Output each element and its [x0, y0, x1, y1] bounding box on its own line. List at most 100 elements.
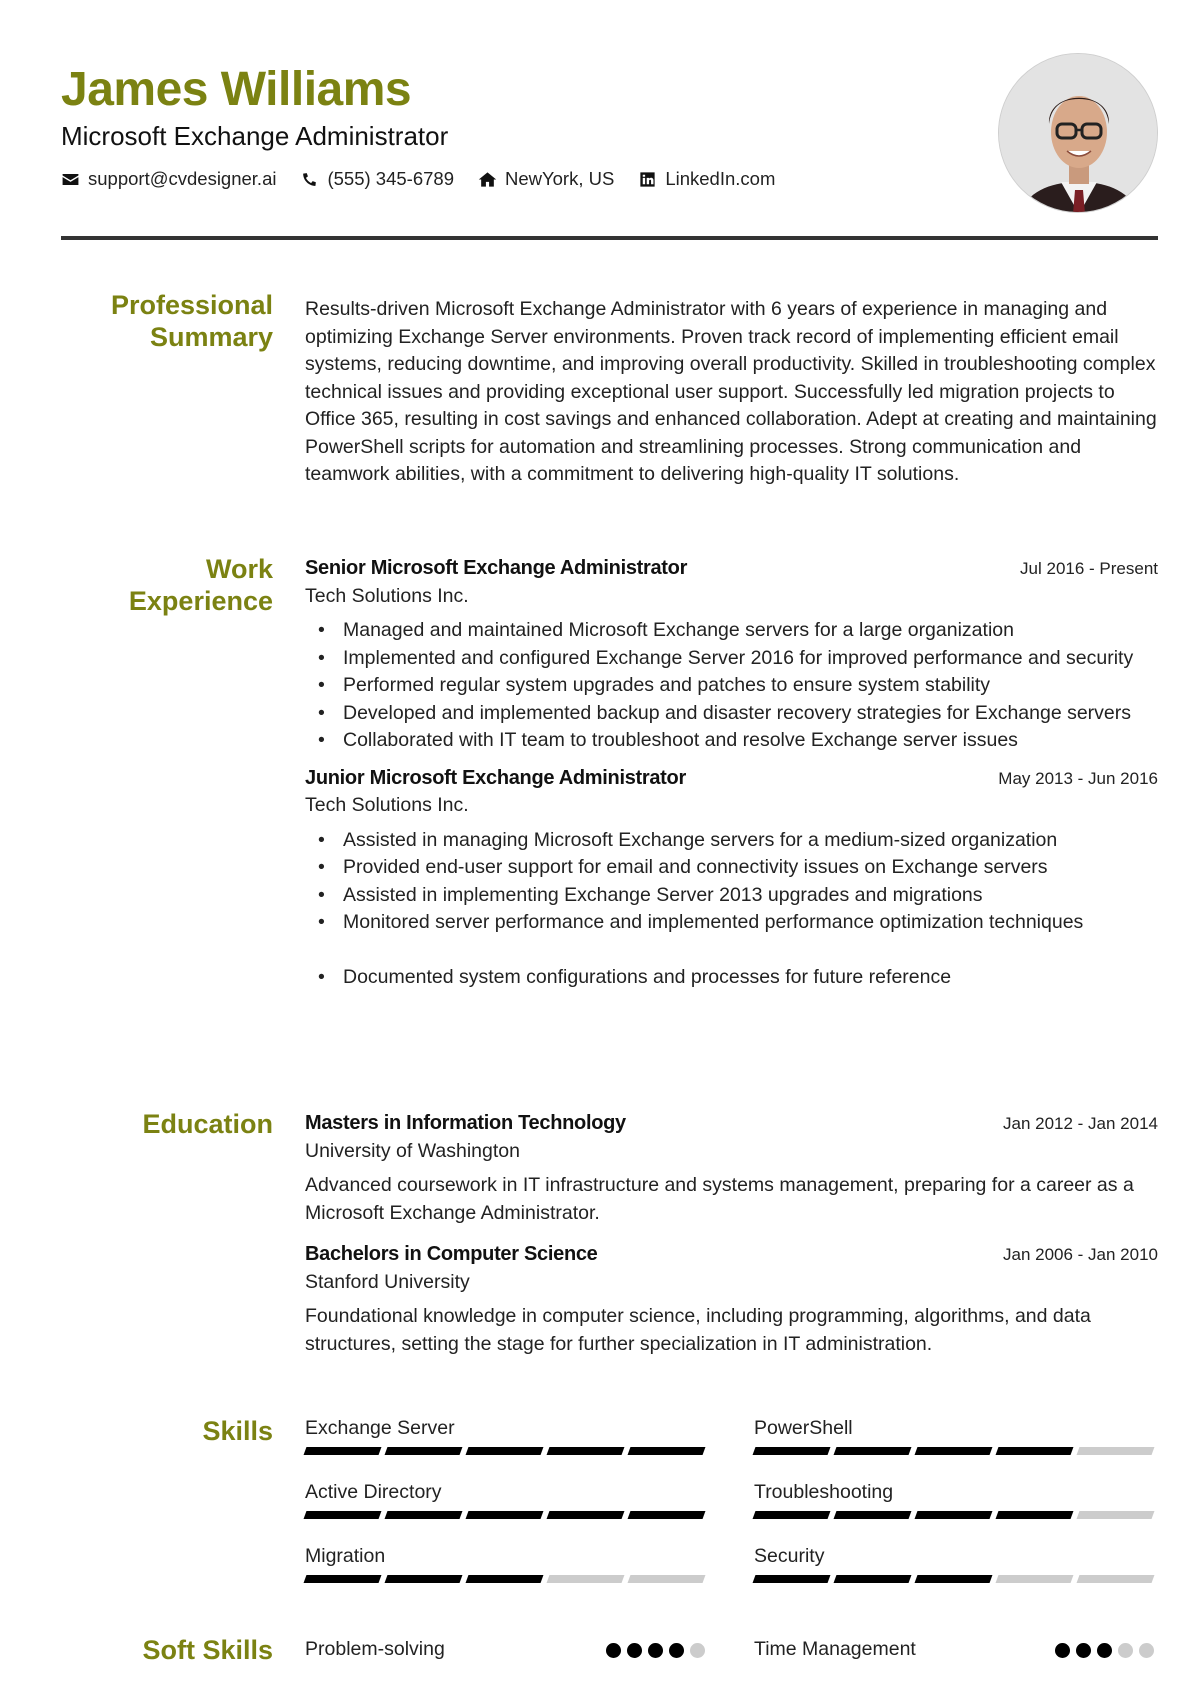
section-label-soft-skills: Soft Skills: [142, 1635, 273, 1665]
job-bullet: Collaborated with IT team to troubleshoo…: [305, 727, 1158, 755]
skill-segment-filled: [914, 1447, 993, 1455]
skill-item: Migration: [303, 1543, 706, 1607]
job-bullet: Provided end-user support for email and …: [305, 854, 1158, 882]
rating-dot-filled: [1055, 1642, 1070, 1658]
skills-list: Exchange Server PowerShell Active Director…: [303, 1415, 1158, 1607]
skill-item: Security: [752, 1543, 1155, 1607]
resume-header: James Williams Microsoft Exchange Admini…: [61, 0, 1158, 243]
job-entry: Senior Microsoft Exchange Administrator …: [305, 555, 1158, 755]
skill-item: Troubleshooting: [752, 1479, 1155, 1543]
candidate-name: James Williams: [61, 63, 412, 116]
soft-skill-item: Problem-solving: [305, 1636, 705, 1664]
job-company: Tech Solutions Inc.: [305, 794, 469, 816]
rating-dot-filled: [669, 1642, 684, 1658]
skill-segment-filled: [465, 1575, 544, 1583]
rating-dot-filled: [627, 1642, 642, 1658]
rating-dot-empty: [690, 1642, 705, 1658]
skill-segment-empty: [546, 1575, 625, 1583]
skill-name: Migration: [305, 1545, 386, 1567]
skill-segment-filled: [384, 1511, 463, 1519]
soft-skills-list: Problem-solving Time Management: [305, 1636, 1158, 1664]
education-entry: Masters in Information Technology Jan 20…: [305, 1110, 1158, 1227]
education-dates: Jan 2006 - Jan 2010: [1002, 1245, 1158, 1264]
skill-segment-filled: [752, 1447, 831, 1455]
skill-segment-filled: [833, 1511, 912, 1519]
education-description: Foundational knowledge in computer scien…: [305, 1305, 1091, 1355]
contact-linkedin[interactable]: LinkedIn.com: [638, 168, 775, 190]
skill-segment-filled: [627, 1511, 706, 1519]
contact-phone[interactable]: (555) 345-6789: [300, 168, 454, 190]
job-bullets: Managed and maintained Microsoft Exchang…: [305, 617, 1158, 755]
skill-level-bar: [752, 1511, 1155, 1519]
job-bullet: Monitored server performance and impleme…: [305, 909, 1158, 937]
section-label-experience: Work Experience: [128, 554, 273, 616]
skill-segment-empty: [1076, 1511, 1155, 1519]
contact-linkedin-text: LinkedIn.com: [665, 168, 776, 189]
soft-skill-item: Time Management: [754, 1636, 1154, 1664]
degree-title: Bachelors in Computer Science: [305, 1243, 598, 1265]
skill-level-bar: [752, 1575, 1155, 1583]
envelope-icon: [62, 173, 79, 185]
job-bullet: Assisted in implementing Exchange Server…: [305, 882, 1158, 910]
job-bullet: Managed and maintained Microsoft Exchang…: [305, 617, 1158, 645]
skill-segment-filled: [995, 1447, 1074, 1455]
skill-level-bar: [752, 1447, 1155, 1455]
skill-segment-filled: [995, 1511, 1074, 1519]
skill-name: Security: [754, 1545, 825, 1567]
contact-phone-text: (555) 345-6789: [327, 168, 454, 189]
contact-email[interactable]: support@cvdesigner.ai: [61, 168, 276, 190]
rating-dot-empty: [1139, 1642, 1154, 1658]
education-list: Masters in Information Technology Jan 20…: [305, 1110, 1158, 1366]
skill-segment-empty: [995, 1575, 1074, 1583]
skill-segment-filled: [303, 1447, 382, 1455]
skill-segment-filled: [752, 1575, 831, 1583]
skill-segment-filled: [465, 1447, 544, 1455]
job-bullet: Documented system configurations and pro…: [305, 964, 1158, 992]
rating-dot-filled: [606, 1642, 621, 1658]
soft-skill-name: Problem-solving: [305, 1638, 445, 1661]
rating-dot-filled: [1076, 1642, 1091, 1658]
job-company: Tech Solutions Inc.: [305, 584, 469, 607]
skill-segment-filled: [465, 1511, 544, 1519]
job-dates: May 2013 - Jun 2016: [998, 768, 1158, 788]
job-bullet: Performed regular system upgrades and pa…: [305, 672, 1158, 700]
skill-item: PowerShell: [752, 1415, 1155, 1479]
soft-skill-name: Time Management: [754, 1638, 916, 1661]
education-description: Advanced coursework in IT infrastructure…: [305, 1174, 1134, 1224]
skill-item: Exchange Server: [303, 1415, 706, 1479]
degree-title: Masters in Information Technology: [305, 1112, 626, 1134]
skill-segment-filled: [384, 1447, 463, 1455]
skill-level-bar: [303, 1447, 706, 1455]
school-name: Stanford University: [305, 1270, 470, 1293]
soft-skills-grid: Problem-solving Time Management: [305, 1636, 1158, 1664]
skill-level-bar: [303, 1575, 706, 1583]
job-bullet: Implemented and configured Exchange Serv…: [305, 645, 1158, 673]
soft-skill-rating: [606, 1642, 705, 1658]
contact-location: NewYork, US: [478, 168, 614, 190]
contact-list: support@cvdesigner.ai (555) 345-6789 New…: [61, 168, 775, 190]
skill-segment-empty: [1076, 1575, 1155, 1583]
skill-segment-filled: [546, 1447, 625, 1455]
skill-name: Active Directory: [305, 1481, 442, 1503]
skill-name: Exchange Server: [305, 1417, 455, 1439]
skills-grid: Exchange Server PowerShell Active Director…: [303, 1415, 1158, 1607]
skill-segment-filled: [914, 1575, 993, 1583]
job-title: Senior Microsoft Exchange Administrator: [305, 557, 688, 579]
job-entry: Junior Microsoft Exchange Administrator …: [305, 765, 1158, 992]
soft-skill-rating: [1055, 1642, 1154, 1658]
skill-segment-filled: [833, 1575, 912, 1583]
summary-text: Results-driven Microsoft Exchange Admini…: [305, 298, 1157, 485]
job-dates: Jul 2016 - Present: [1020, 559, 1158, 578]
rating-dot-filled: [1097, 1642, 1112, 1658]
job-bullets: Assisted in managing Microsoft Exchange …: [305, 827, 1158, 992]
skill-segment-filled: [303, 1511, 382, 1519]
job-title: Junior Microsoft Exchange Administrator: [305, 766, 686, 789]
home-icon: [478, 171, 497, 187]
contact-email-text: support@cvdesigner.ai: [88, 168, 277, 189]
rating-dot-empty: [1118, 1642, 1133, 1658]
job-bullet: Assisted in managing Microsoft Exchange …: [305, 827, 1158, 855]
skill-segment-filled: [546, 1511, 625, 1519]
skill-segment-filled: [752, 1511, 831, 1519]
skill-segment-filled: [303, 1575, 382, 1583]
section-label-summary: Professional Summary: [110, 290, 273, 352]
